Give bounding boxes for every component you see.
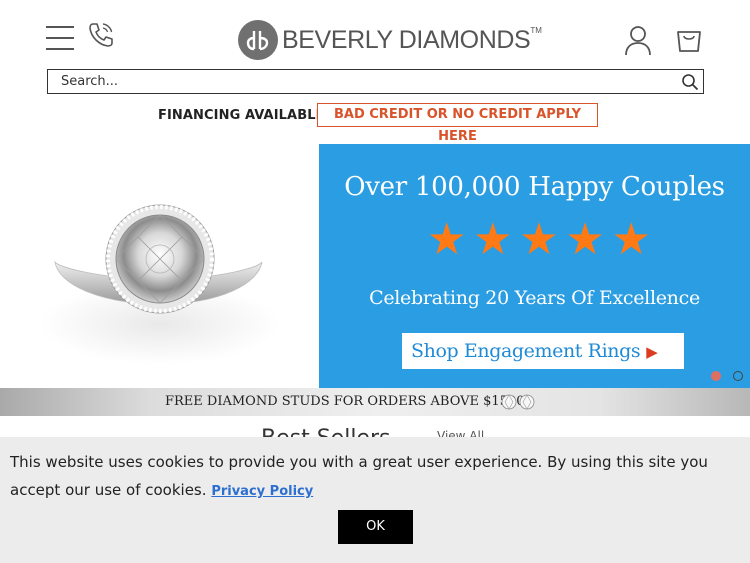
promo-banner[interactable]: Over 100,000 Happy Couples ★ ★ ★ ★ ★ Cel…: [319, 144, 750, 388]
star-icon: ★: [473, 214, 513, 265]
shop-engagement-rings-button[interactable]: Shop Engagement Rings ▶: [402, 333, 684, 369]
logo-mark-icon: [238, 20, 278, 60]
play-arrow-icon: ▶: [646, 343, 658, 361]
diamond-studs-icon: [501, 394, 535, 410]
logo-text: BEVERLY DIAMONDS: [282, 26, 531, 54]
free-studs-banner[interactable]: FREE DIAMOND STUDS FOR ORDERS ABOVE $150…: [0, 388, 750, 416]
cookie-ok-button[interactable]: OK: [338, 510, 413, 544]
financing-label: FINANCING AVAILABLE: [158, 108, 325, 123]
shop-button-label: Shop Engagement Rings: [411, 340, 641, 362]
star-icon: ★: [565, 214, 605, 265]
search-icon[interactable]: [681, 73, 699, 91]
site-header: BEVERLY DIAMONDS TM: [0, 0, 750, 68]
cookie-message: This website uses cookies to provide you…: [10, 448, 740, 506]
financing-bar: FINANCING AVAILABLE BAD CREDIT OR NO CRE…: [0, 103, 750, 144]
hero-subtitle: Celebrating 20 Years Of Excellence: [369, 287, 700, 309]
hero-slider: Over 100,000 Happy Couples ★ ★ ★ ★ ★ Cel…: [0, 144, 750, 388]
shopping-bag-icon[interactable]: [676, 26, 702, 52]
menu-icon[interactable]: [46, 26, 74, 52]
cookie-text: This website uses cookies to provide you…: [10, 453, 708, 499]
search-bar: [47, 69, 704, 94]
star-icon: ★: [611, 214, 651, 265]
apply-credit-button[interactable]: BAD CREDIT OR NO CREDIT APPLY HERE: [317, 103, 598, 144]
brand-logo[interactable]: BEVERLY DIAMONDS TM: [238, 20, 542, 60]
rating-stars: ★ ★ ★ ★ ★: [427, 214, 651, 265]
promo-text: FREE DIAMOND STUDS FOR ORDERS ABOVE $150…: [165, 394, 525, 409]
search-input[interactable]: [48, 70, 668, 93]
slide-dot-active[interactable]: [711, 371, 721, 381]
ring-image[interactable]: [0, 144, 319, 388]
cookie-banner: This website uses cookies to provide you…: [0, 437, 750, 563]
logo-trademark: TM: [530, 26, 542, 35]
star-icon: ★: [427, 214, 467, 265]
star-icon: ★: [519, 214, 559, 265]
hero-title: Over 100,000 Happy Couples: [344, 172, 725, 202]
slide-dot[interactable]: [733, 371, 743, 381]
privacy-policy-link[interactable]: Privacy Policy: [211, 484, 313, 499]
phone-icon[interactable]: [86, 20, 116, 50]
user-icon[interactable]: [624, 24, 652, 56]
